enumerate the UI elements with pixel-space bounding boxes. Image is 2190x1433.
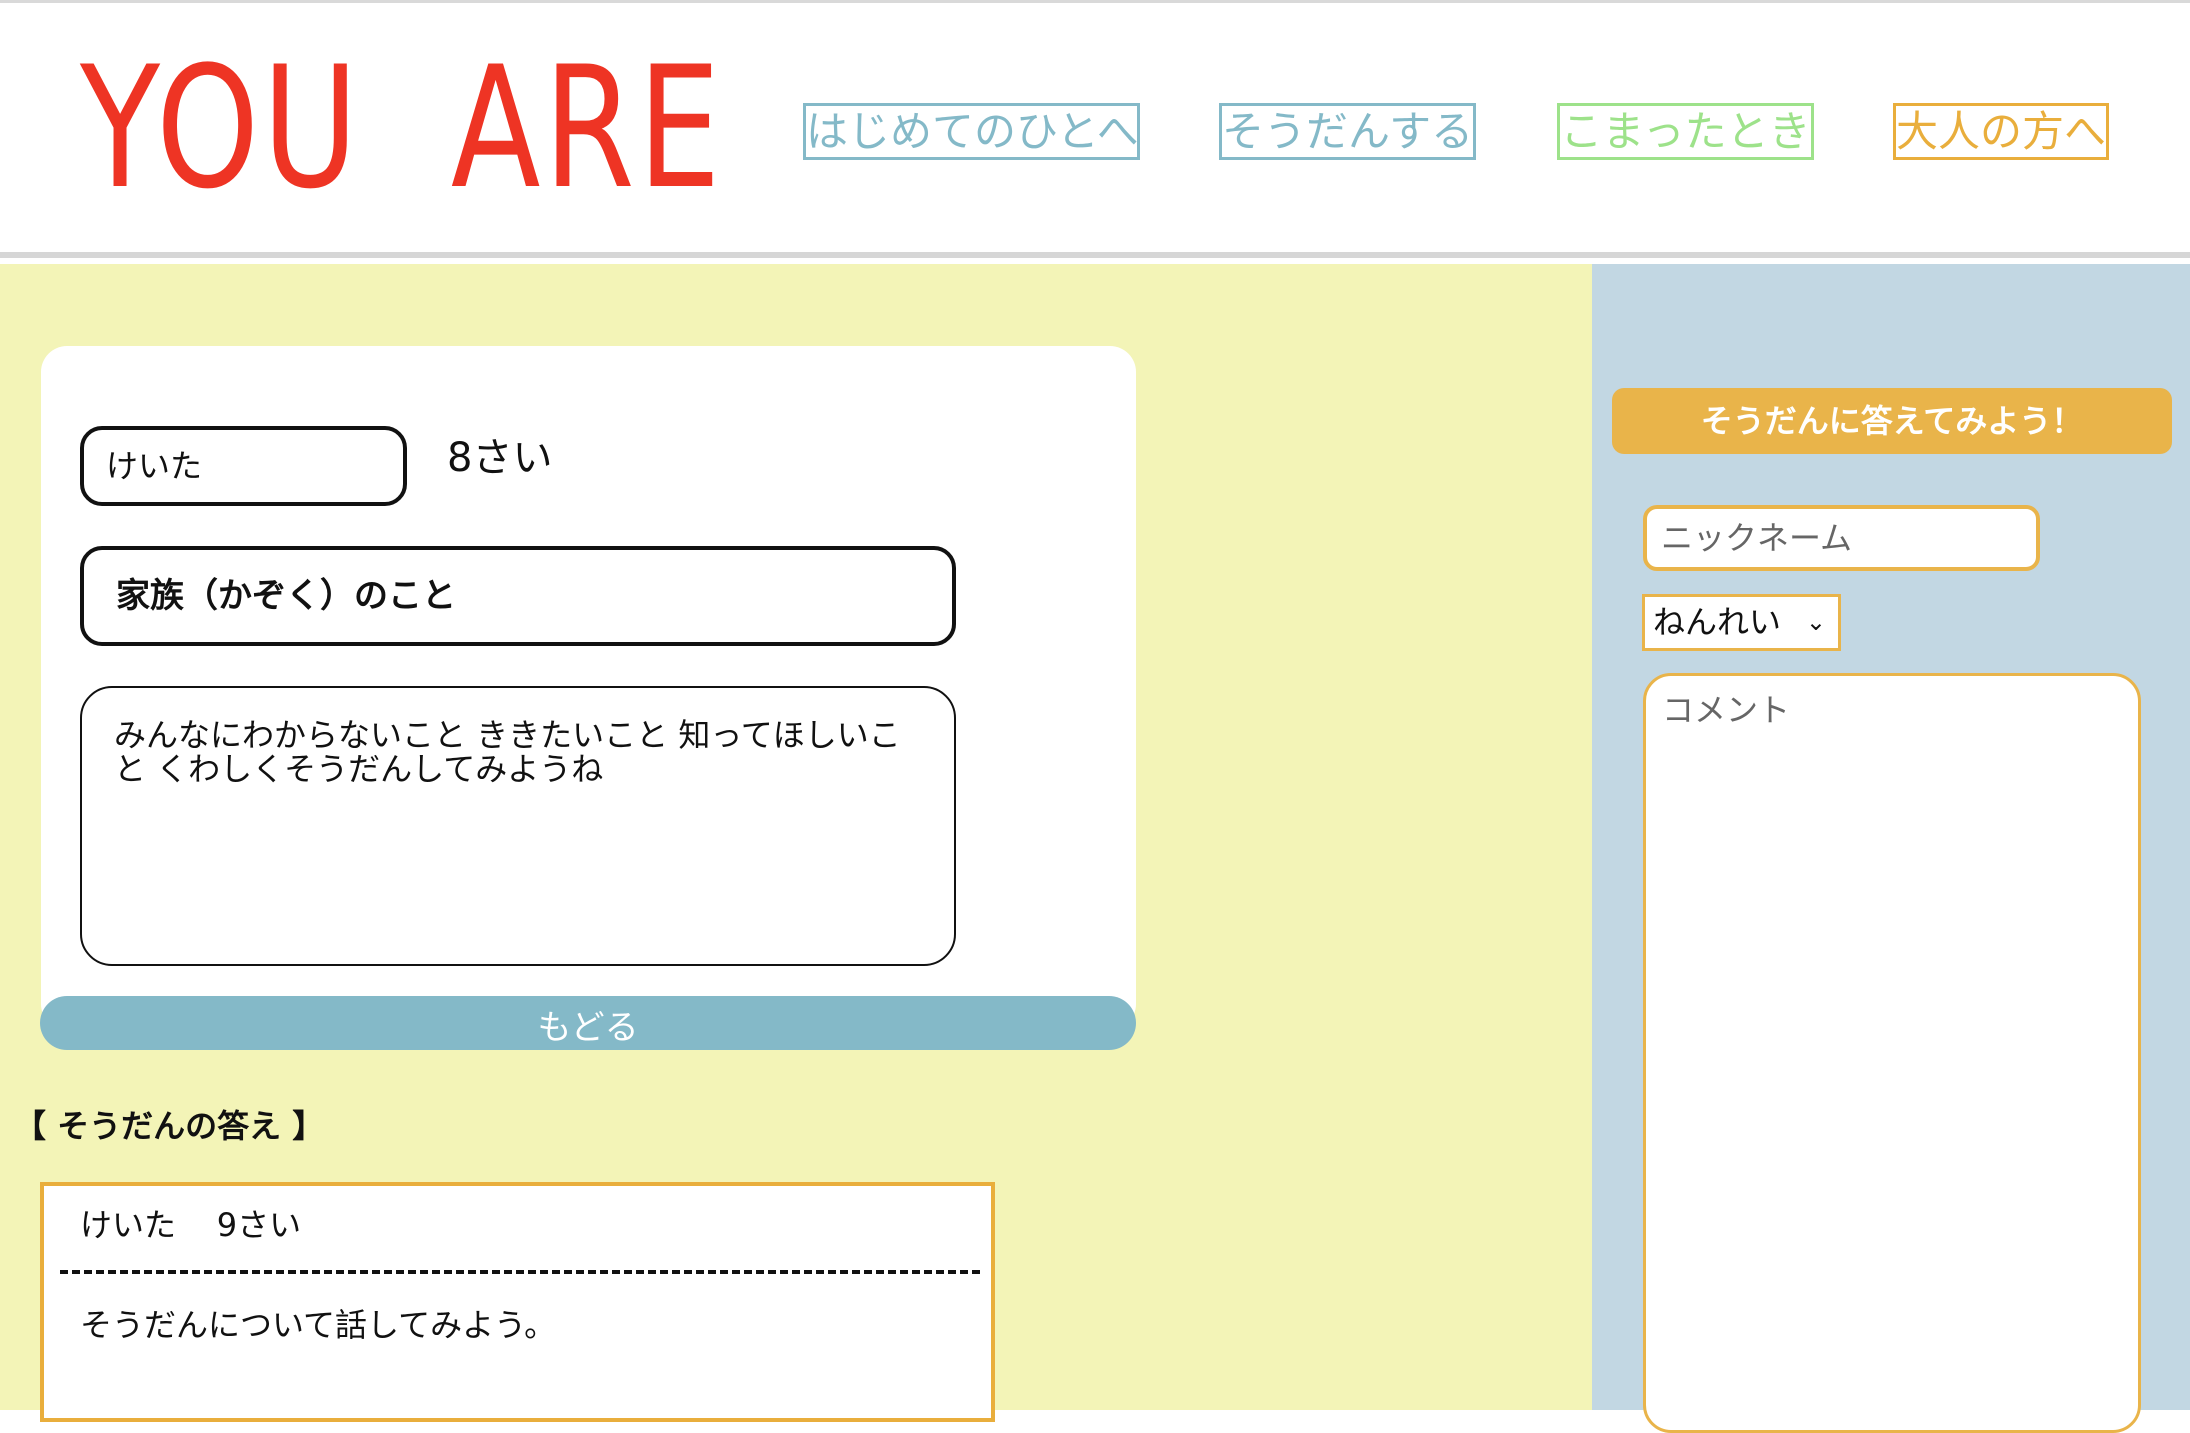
site-logo[interactable]: YOU ARE <box>80 43 724 213</box>
comment-textarea[interactable] <box>1643 673 2141 1433</box>
nickname-input[interactable] <box>1643 505 2040 571</box>
age-select[interactable]: ねんれい ⌄ <box>1642 594 1841 651</box>
answers-heading: 【 そうだんの答え 】 <box>14 1107 325 1145</box>
reply-form-title-button[interactable]: そうだんに答えてみよう！ <box>1612 388 2172 454</box>
consultation-body: みんなにわからないこと ききたいこと 知ってほしいこと くわしくそうだんしてみよ… <box>80 686 956 966</box>
nav-consult[interactable]: そうだんする <box>1219 103 1476 160</box>
chevron-down-icon: ⌄ <box>1805 608 1826 636</box>
answer-card: けいた 9さい そうだんについて話してみよう。 <box>40 1182 995 1422</box>
back-button[interactable]: もどる <box>40 996 1136 1050</box>
consultation-topic: 家族（かぞく）のこと <box>80 546 956 646</box>
nav-trouble[interactable]: こまったとき <box>1557 103 1814 160</box>
nav-first-time[interactable]: はじめてのひとへ <box>803 103 1140 160</box>
consultant-age: 8さい <box>447 435 553 481</box>
answer-name: けいた <box>80 1206 177 1244</box>
answer-divider <box>60 1270 980 1274</box>
consultant-name: けいた <box>80 426 407 506</box>
age-select-value: ねんれい <box>1653 603 1782 641</box>
answer-age: 9さい <box>216 1206 302 1244</box>
answer-meta: けいた 9さい <box>80 1200 301 1250</box>
nav-for-adults[interactable]: 大人の方へ <box>1893 103 2109 160</box>
answer-body: そうだんについて話してみよう。 <box>80 1306 557 1344</box>
